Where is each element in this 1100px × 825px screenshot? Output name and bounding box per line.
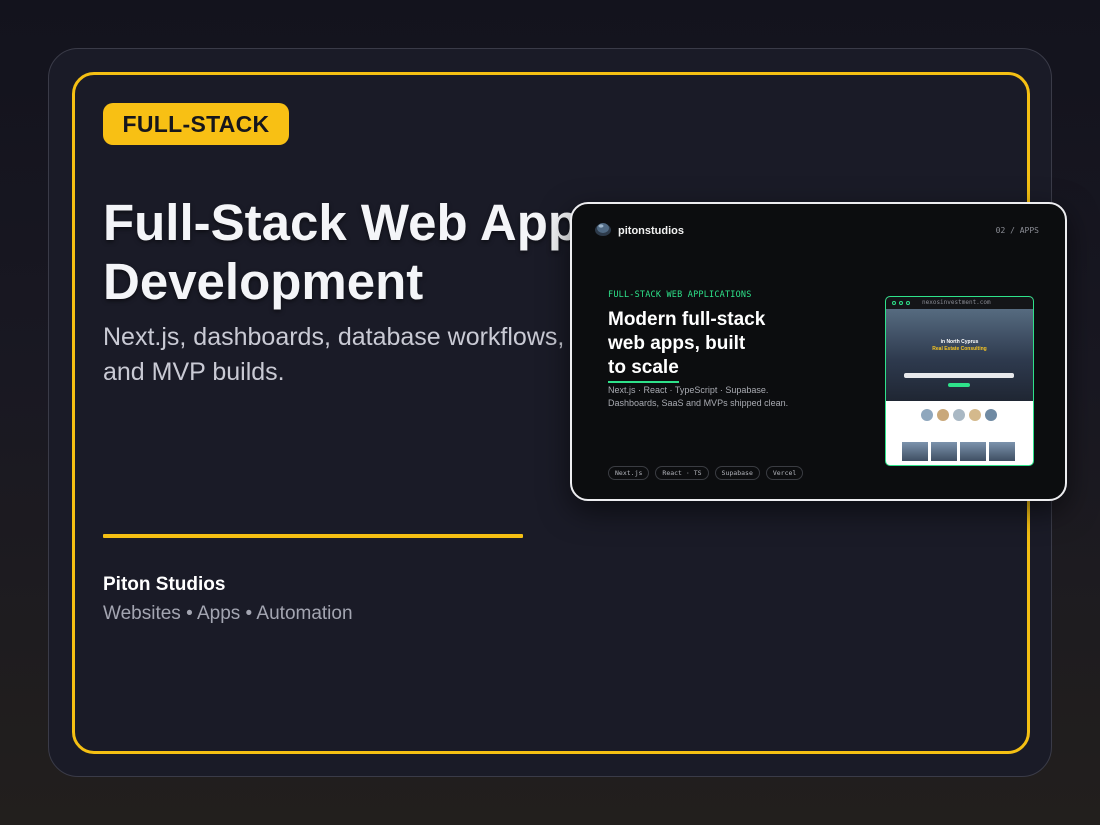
window-dot-icon: [892, 301, 896, 305]
preview-headline-line-1: Modern full-stack: [608, 309, 766, 330]
site-category-circles: [921, 409, 997, 421]
browser-url: nexosinvestment.com: [922, 299, 991, 306]
title-line-2: Development: [103, 253, 424, 310]
brand-tagline: Websites • Apps • Automation: [103, 603, 353, 624]
category-image: [921, 409, 933, 421]
listing-thumbnail: [989, 442, 1015, 461]
preview-eyebrow: FULL-STACK WEB APPLICATIONS: [608, 290, 752, 300]
tech-chip: Supabase: [714, 466, 760, 480]
tech-chip: React · TS: [655, 466, 709, 480]
window-dot-icon: [899, 301, 903, 305]
page-subtitle: Next.js, dashboards, database workflows,…: [103, 320, 564, 390]
preview-brand: pitonstudios: [618, 225, 684, 237]
category-image: [937, 409, 949, 421]
preview-description: Next.js · React · TypeScript · Supabase.…: [608, 384, 788, 410]
listing-thumbnail: [902, 442, 928, 461]
subtitle-line-2: and MVP builds.: [103, 358, 285, 386]
website-preview: pitonstudios 02 / APPS FULL-STACK WEB AP…: [570, 202, 1067, 501]
preview-section-label: 02 / APPS: [995, 226, 1039, 235]
preview-headline: Modern full-stack web apps, built to sca…: [608, 308, 765, 383]
divider: [103, 534, 523, 538]
site-hero-subtitle: Real Estate Consulting: [932, 346, 987, 352]
site-hero-title: in North Cyprus: [940, 339, 979, 345]
preview-headline-line-2: web apps, built: [608, 333, 746, 354]
site-screenshot: nexosinvestment.com in North Cyprus Real…: [885, 296, 1034, 466]
site-hero-image: in North Cyprus Real Estate Consulting: [886, 309, 1033, 401]
browser-bar: nexosinvestment.com: [886, 297, 1033, 309]
title-line-1: Full-Stack Web Apps: [103, 194, 608, 251]
subtitle-line-1: Next.js, dashboards, database workflows,: [103, 323, 565, 351]
category-image: [985, 409, 997, 421]
category-image: [953, 409, 965, 421]
listing-thumbnail: [931, 442, 957, 461]
tech-chip: Vercel: [765, 466, 804, 480]
tech-chip: Next.js: [608, 466, 650, 480]
preview-desc-line-1: Next.js · React · TypeScript · Supabase.: [608, 385, 769, 395]
preview-desc-line-2: Dashboards, SaaS and MVPs shipped clean.: [608, 398, 789, 408]
preview-headline-line-3: to scale: [608, 356, 679, 383]
tech-chips: Next.js React · TS Supabase Vercel: [608, 466, 804, 480]
brand-name: Piton Studios: [103, 574, 226, 595]
site-listing-thumbs: [902, 442, 1015, 461]
page-title: Full-Stack Web Apps Development: [103, 193, 607, 311]
category-image: [969, 409, 981, 421]
listing-thumbnail: [960, 442, 986, 461]
window-dot-icon: [906, 301, 910, 305]
logo-icon: [595, 223, 611, 236]
site-search-bar: [904, 373, 1014, 378]
category-badge: FULL-STACK: [103, 103, 289, 145]
site-cta-button: [948, 383, 970, 387]
